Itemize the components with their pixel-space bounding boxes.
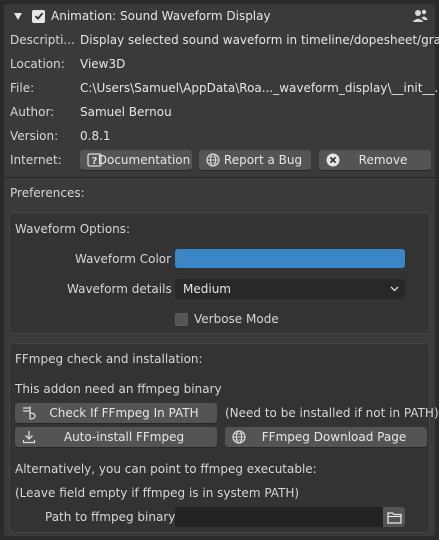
plug-icon [21,405,37,421]
alt-text: Alternatively, you can point to ffmpeg e… [15,462,317,476]
check-ffmpeg-label: Check If FFmpeg In PATH [49,406,199,420]
waveform-options-title: Waveform Options: [15,222,131,236]
auto-install-button[interactable]: Auto-install FFmpeg [15,427,217,447]
waveform-details-dropdown[interactable]: Medium [175,279,405,299]
ffmpeg-note: This addon need an ffmpeg binary [15,382,222,396]
description-label: Descripti... [10,33,75,47]
expand-triangle-icon[interactable] [14,12,22,20]
check-ffmpeg-note: (Need to be installed if not in PATH) [225,406,439,420]
addon-header[interactable]: Animation: Sound Waveform Display [14,6,271,26]
browse-folder-button[interactable] [383,507,405,527]
close-circle-icon [325,152,341,168]
auto-install-label: Auto-install FFmpeg [63,430,185,444]
user-icon [411,8,429,24]
report-bug-button[interactable]: Report a Bug [199,150,311,170]
waveform-details-label: Waveform details [67,282,172,296]
checkmark-icon [34,12,43,20]
preferences-title: Preferences: [10,186,85,200]
location-label: Location: [10,57,65,71]
verbose-mode-checkbox[interactable] [175,312,188,326]
remove-label: Remove [358,153,408,167]
waveform-color-swatch[interactable] [175,249,405,268]
waveform-details-value: Medium [183,282,231,296]
section-divider [4,177,435,178]
remove-button[interactable]: Remove [319,150,431,170]
check-ffmpeg-button[interactable]: Check If FFmpeg In PATH [15,403,217,423]
verbose-mode-label: Verbose Mode [194,312,279,326]
globe-icon [205,152,221,168]
version-label: Version: [10,129,59,143]
file-label: File: [10,81,35,95]
report-bug-label: Report a Bug [223,153,303,167]
alt-note: (Leave field empty if ffmpeg is in syste… [15,486,300,500]
version-value: 0.8.1 [80,129,111,143]
author-label: Author: [10,105,55,119]
download-icon [21,429,37,445]
help-icon: ? [86,152,102,168]
ffmpeg-title: FFmpeg check and installation: [15,352,203,366]
documentation-button[interactable]: ? Documentation [80,150,192,170]
internet-label: Internet: [10,153,62,167]
addon-title: Animation: Sound Waveform Display [51,9,271,23]
location-value: View3D [80,57,126,71]
folder-icon [386,511,402,524]
ffmpeg-path-label: Path to ffmpeg binary [45,510,176,524]
file-value: C:\Users\Samuel\AppData\Roa..._waveform_… [80,81,439,95]
chevron-down-icon [390,279,399,299]
ffmpeg-download-page-button[interactable]: FFmpeg Download Page [225,427,427,447]
waveform-color-label: Waveform Color [75,252,172,266]
ffmpeg-download-page-label: FFmpeg Download Page [261,430,407,444]
ffmpeg-path-input[interactable] [175,507,383,527]
verbose-mode-toggle[interactable]: Verbose Mode [175,311,279,327]
svg-text:?: ? [91,156,97,167]
description-value: Display selected sound waveform in timel… [80,33,439,47]
author-value: Samuel Bernou [80,105,172,119]
globe-icon [231,429,247,445]
addon-enabled-checkbox[interactable] [32,9,45,23]
